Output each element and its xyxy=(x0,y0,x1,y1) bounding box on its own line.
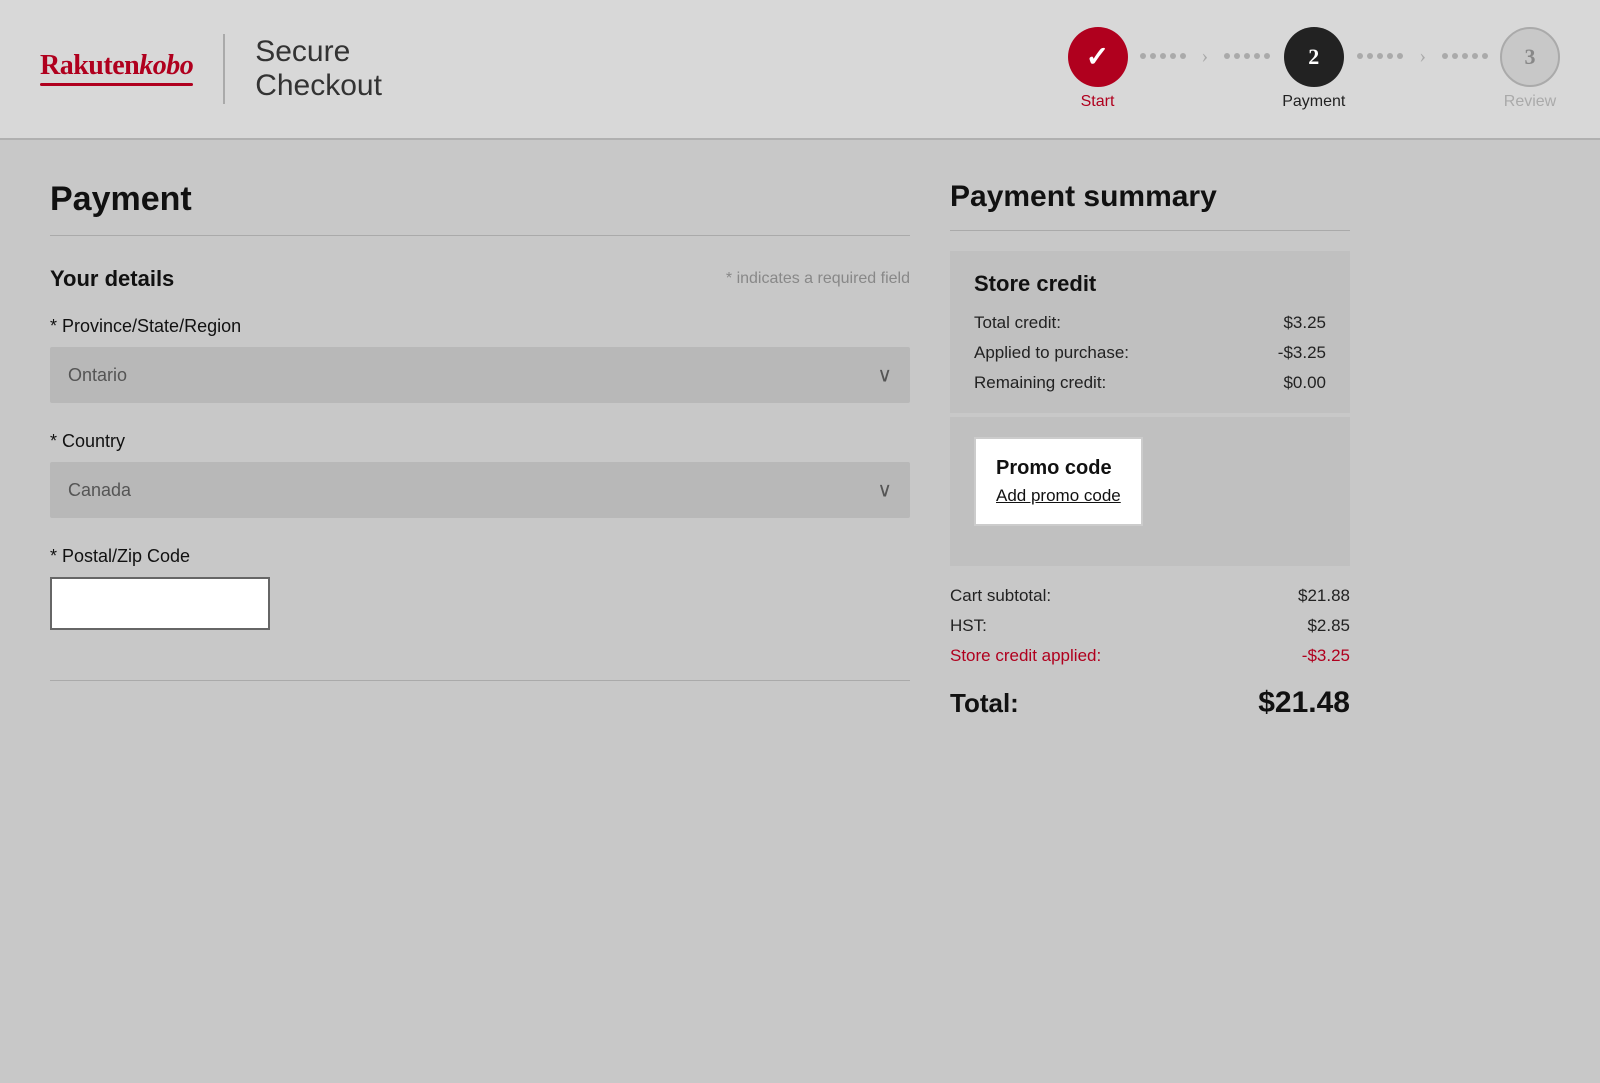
remaining-label: Remaining credit: xyxy=(974,373,1106,393)
summary-title: Payment summary xyxy=(950,180,1350,214)
country-select-wrapper[interactable]: Canada United States United Kingdom ∨ xyxy=(50,462,910,518)
cart-subtotal-value: $21.88 xyxy=(1298,586,1350,606)
logo-underline xyxy=(40,83,193,86)
left-panel: Payment Your details * indicates a requi… xyxy=(50,180,910,1043)
total-credit-row: Total credit: $3.25 xyxy=(974,313,1326,333)
step-review-number: 3 xyxy=(1525,44,1536,70)
province-label: * Province/State/Region xyxy=(50,316,910,337)
logo-kobo-text: kobo xyxy=(139,52,193,80)
applied-label: Applied to purchase: xyxy=(974,343,1129,363)
store-credit-applied-label: Store credit applied: xyxy=(950,646,1101,666)
required-note: * indicates a required field xyxy=(726,270,910,288)
country-select[interactable]: Canada United States United Kingdom xyxy=(50,462,910,518)
country-field-group: * Country Canada United States United Ki… xyxy=(50,431,910,518)
cart-subtotal-row: Cart subtotal: $21.88 xyxy=(950,586,1350,606)
store-credit-applied-row: Store credit applied: -$3.25 xyxy=(950,646,1350,666)
logo-rakuten-text: Rakuten xyxy=(40,52,139,80)
promo-wrapper: Promo code Add promo code xyxy=(950,417,1350,566)
step-dots-1 xyxy=(1138,53,1188,85)
logo-area: Rakuten kobo xyxy=(40,52,193,86)
store-credit-box: Store credit Total credit: $3.25 Applied… xyxy=(950,251,1350,413)
country-label: * Country xyxy=(50,431,910,452)
title-line2: Checkout xyxy=(255,69,382,102)
promo-box: Promo code Add promo code xyxy=(974,437,1143,526)
add-promo-code-button[interactable]: Add promo code xyxy=(996,486,1121,506)
step-dots-3 xyxy=(1355,53,1405,85)
cart-subtotal-label: Cart subtotal: xyxy=(950,586,1051,606)
step-dots-4 xyxy=(1440,53,1490,85)
province-field-group: * Province/State/Region Ontario Alberta … xyxy=(50,316,910,403)
postal-label: * Postal/Zip Code xyxy=(50,546,910,567)
summary-divider xyxy=(950,230,1350,231)
total-label: Total: xyxy=(950,688,1019,719)
your-details-header: Your details * indicates a required fiel… xyxy=(50,266,910,292)
bottom-divider xyxy=(50,680,910,681)
hst-value: $2.85 xyxy=(1307,616,1350,636)
remaining-value: $0.00 xyxy=(1283,373,1326,393)
your-details-label: Your details xyxy=(50,266,174,292)
province-select-wrapper[interactable]: Ontario Alberta British Columbia Manitob… xyxy=(50,347,910,403)
header: Rakuten kobo Secure Checkout ✓ Start › xyxy=(0,0,1600,140)
payment-title: Payment xyxy=(50,180,910,219)
step-payment-number: 2 xyxy=(1308,44,1319,70)
step-start-label: Start xyxy=(1081,93,1115,111)
store-credit-applied-value: -$3.25 xyxy=(1302,646,1350,666)
remaining-row: Remaining credit: $0.00 xyxy=(974,373,1326,393)
step-arrow-2: › xyxy=(1419,45,1426,94)
step-start-circle: ✓ xyxy=(1068,27,1128,87)
total-credit-label: Total credit: xyxy=(974,313,1061,333)
cart-summary: Cart subtotal: $21.88 HST: $2.85 Store c… xyxy=(950,586,1350,676)
header-divider xyxy=(223,34,225,104)
checkmark-icon: ✓ xyxy=(1086,40,1109,74)
total-row: Total: $21.48 xyxy=(950,676,1350,720)
hst-row: HST: $2.85 xyxy=(950,616,1350,636)
main-content: Payment Your details * indicates a requi… xyxy=(0,140,1600,1083)
postal-input[interactable] xyxy=(50,577,270,630)
step-start: ✓ Start xyxy=(1068,27,1128,111)
store-credit-title: Store credit xyxy=(974,271,1326,297)
province-select[interactable]: Ontario Alberta British Columbia Manitob… xyxy=(50,347,910,403)
logo: Rakuten kobo xyxy=(40,52,193,86)
total-value: $21.48 xyxy=(1258,686,1350,720)
step-review-label: Review xyxy=(1504,93,1556,111)
title-line1: Secure xyxy=(255,35,350,68)
step-review-circle: 3 xyxy=(1500,27,1560,87)
hst-label: HST: xyxy=(950,616,987,636)
step-payment: 2 Payment xyxy=(1282,27,1345,111)
promo-title: Promo code xyxy=(996,457,1121,480)
applied-row: Applied to purchase: -$3.25 xyxy=(974,343,1326,363)
step-payment-label: Payment xyxy=(1282,93,1345,111)
step-payment-circle: 2 xyxy=(1284,27,1344,87)
step-review: 3 Review xyxy=(1500,27,1560,111)
payment-divider xyxy=(50,235,910,236)
step-dots-2 xyxy=(1222,53,1272,85)
right-panel: Payment summary Store credit Total credi… xyxy=(950,180,1350,1043)
checkout-steps: ✓ Start › 2 Payment › 3 xyxy=(1068,27,1560,111)
checkout-title: Secure Checkout xyxy=(255,35,382,103)
postal-field-group: * Postal/Zip Code xyxy=(50,546,910,630)
total-credit-value: $3.25 xyxy=(1283,313,1326,333)
step-arrow-1: › xyxy=(1202,45,1209,94)
applied-value: -$3.25 xyxy=(1278,343,1326,363)
